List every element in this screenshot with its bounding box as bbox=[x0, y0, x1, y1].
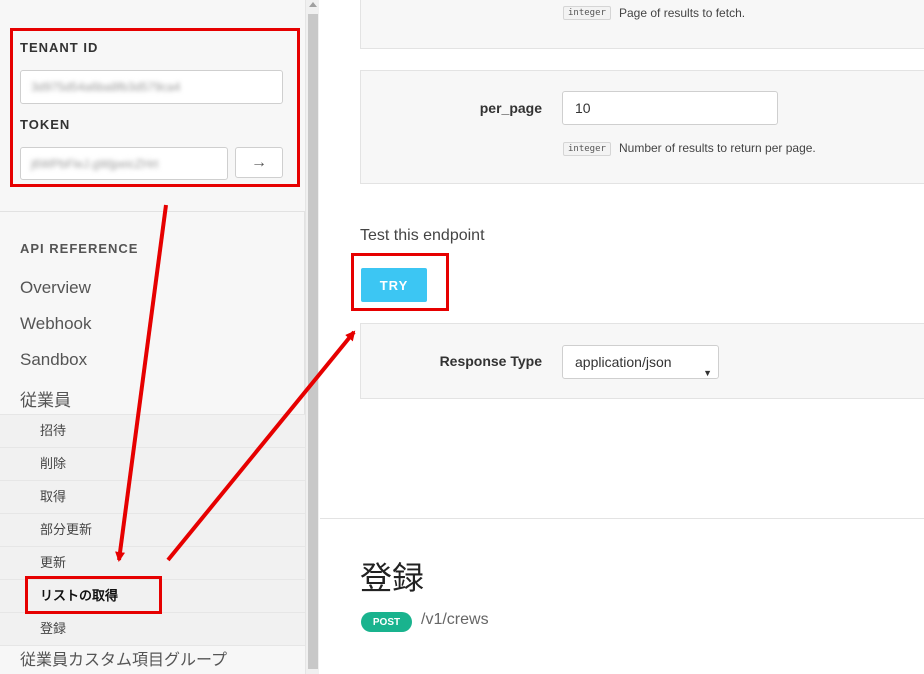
api-reference-heading: API REFERENCE bbox=[20, 241, 139, 256]
sub-nav-list[interactable]: リストの取得 bbox=[0, 579, 305, 612]
nav-item-employee-custom-groups[interactable]: 従業員カスタム項目グループ bbox=[0, 645, 305, 674]
scroll-thumb[interactable] bbox=[308, 14, 318, 669]
response-type-value: application/json bbox=[575, 354, 672, 370]
section-title: 登録 bbox=[360, 560, 425, 596]
arrow-right-icon: → bbox=[251, 153, 267, 171]
http-method-badge: POST bbox=[361, 612, 412, 632]
param-page-box: integer Page of results to fetch. bbox=[360, 0, 924, 49]
test-endpoint-title: Test this endpoint bbox=[360, 227, 485, 244]
param-page-type: integer bbox=[563, 6, 611, 20]
submit-credentials-button[interactable]: → bbox=[235, 147, 283, 178]
sub-nav-patch[interactable]: 部分更新 bbox=[0, 513, 305, 546]
main-content: integer Page of results to fetch. per_pa… bbox=[320, 0, 924, 674]
sub-nav-delete[interactable]: 削除 bbox=[0, 447, 305, 480]
per-page-input[interactable]: 10 bbox=[562, 91, 778, 125]
sub-nav-get[interactable]: 取得 bbox=[0, 480, 305, 513]
try-button[interactable]: TRY bbox=[361, 268, 427, 302]
param-per-page-name: per_page bbox=[479, 100, 542, 116]
token-input[interactable]: j6WPbFleJ.gWjpeicZHrt bbox=[20, 147, 228, 180]
chevron-down-icon: ▼ bbox=[703, 368, 712, 378]
param-per-page-description: Number of results to return per page. bbox=[619, 141, 816, 155]
nav-item-overview[interactable]: Overview bbox=[20, 278, 91, 298]
response-type-select[interactable]: application/json ▼ bbox=[562, 345, 719, 379]
param-page-description: Page of results to fetch. bbox=[619, 6, 746, 20]
nav-item-webhook[interactable]: Webhook bbox=[20, 314, 92, 334]
response-type-label: Response Type bbox=[439, 353, 542, 369]
tenant-id-input[interactable]: 3d975d54a6ba8fb3d579ca4 bbox=[20, 70, 283, 104]
scroll-up-icon[interactable] bbox=[309, 2, 317, 7]
sidebar: TENANT ID 3d975d54a6ba8fb3d579ca4 TOKEN … bbox=[0, 0, 305, 674]
auth-panel: TENANT ID 3d975d54a6ba8fb3d579ca4 TOKEN … bbox=[0, 0, 305, 212]
sidebar-scrollbar[interactable] bbox=[305, 0, 319, 674]
token-label: TOKEN bbox=[20, 117, 71, 132]
employee-sub-nav: 招待 削除 取得 部分更新 更新 リストの取得 登録 bbox=[0, 414, 305, 645]
sub-nav-create[interactable]: 登録 bbox=[0, 612, 305, 645]
section-divider bbox=[320, 518, 924, 519]
tenant-id-value: 3d975d54a6ba8fb3d579ca4 bbox=[31, 80, 181, 94]
nav-item-employees[interactable]: 従業員 bbox=[20, 386, 71, 411]
sub-nav-invite[interactable]: 招待 bbox=[0, 414, 305, 447]
endpoint-path: /v1/crews bbox=[421, 611, 489, 628]
tenant-id-label: TENANT ID bbox=[20, 40, 99, 55]
param-per-page-box: per_page 10 integer Number of results to… bbox=[360, 70, 924, 184]
response-type-box: Response Type application/json ▼ bbox=[360, 323, 924, 399]
token-value: j6WPbFleJ.gWjpeicZHrt bbox=[31, 157, 159, 171]
nav-item-sandbox[interactable]: Sandbox bbox=[20, 350, 87, 370]
param-per-page-type: integer bbox=[563, 142, 611, 156]
sub-nav-update[interactable]: 更新 bbox=[0, 546, 305, 579]
